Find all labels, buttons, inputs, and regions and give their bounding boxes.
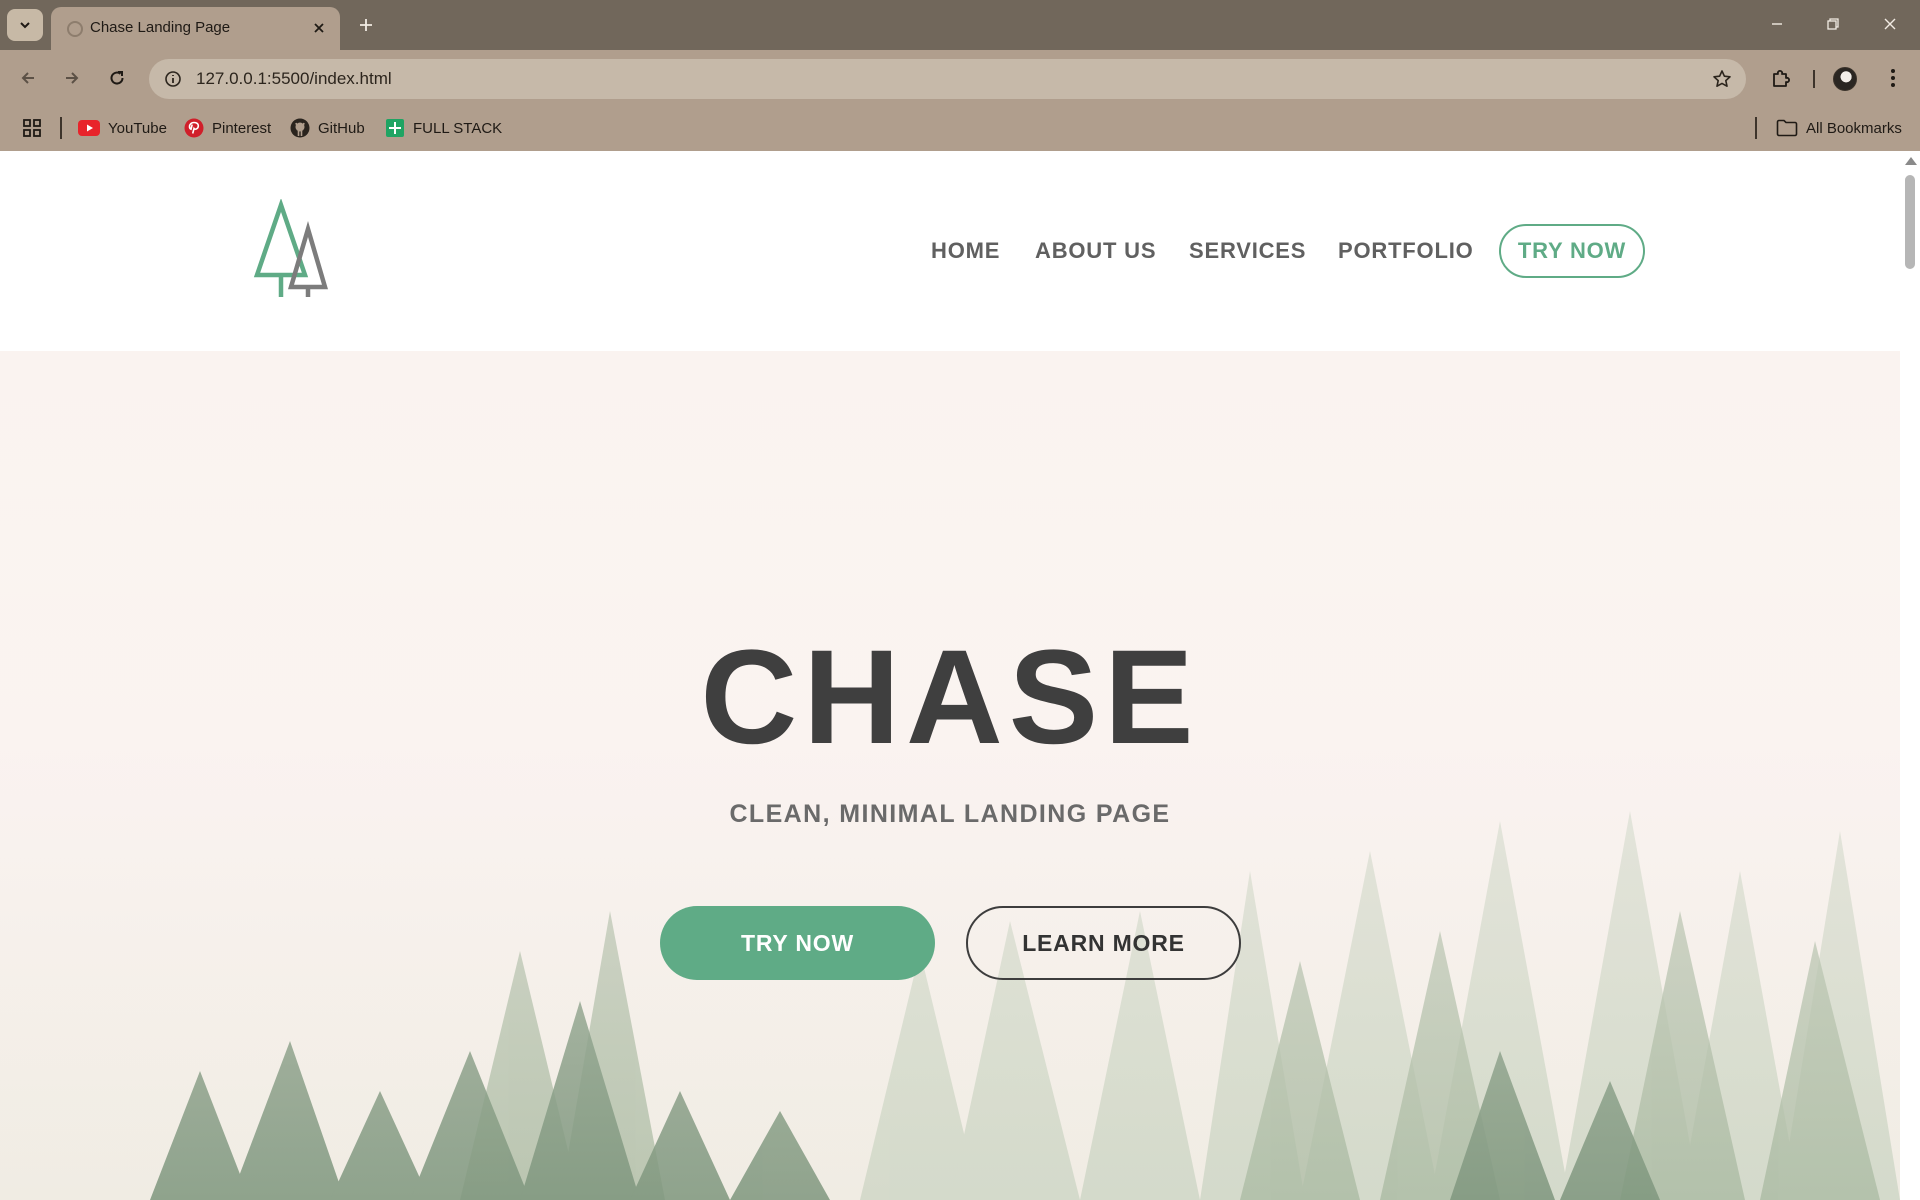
misty-forest-background — [0, 351, 1900, 1200]
new-tab-button[interactable] — [352, 11, 380, 39]
spreadsheet-icon — [386, 119, 404, 137]
tab-search-button[interactable] — [7, 9, 43, 41]
tree-logo-icon[interactable] — [253, 199, 329, 299]
url-text: 127.0.0.1:5500/index.html — [196, 69, 392, 88]
bookmark-label: YouTube — [108, 119, 167, 137]
apps-grid-icon — [23, 119, 41, 137]
nav-link-home[interactable]: HOME — [931, 238, 1000, 264]
more-vertical-icon — [1891, 69, 1895, 87]
bookmark-star-button[interactable] — [1710, 67, 1734, 91]
youtube-icon — [78, 120, 100, 136]
minimize-button[interactable] — [1749, 0, 1805, 48]
tab-close-button[interactable] — [308, 17, 330, 39]
nav-link-about-us[interactable]: ABOUT US — [1035, 238, 1156, 264]
bookmark-label: FULL STACK — [413, 119, 503, 137]
close-icon — [314, 23, 324, 33]
reload-icon — [110, 71, 124, 85]
apps-button[interactable] — [22, 114, 42, 142]
page-viewport: HOME ABOUT US SERVICES PORTFOLIO TRY NOW — [0, 151, 1900, 1200]
hero-learn-more-button[interactable]: LEARN MORE — [966, 906, 1241, 980]
forward-button[interactable] — [54, 60, 90, 96]
hero-section: CHASE CLEAN, MINIMAL LANDING PAGE TRY NO… — [0, 351, 1900, 1200]
extensions-button[interactable] — [1763, 60, 1799, 96]
tab-strip: Chase Landing Page — [0, 0, 1920, 50]
github-icon — [290, 118, 310, 138]
browser-toolbar: 127.0.0.1:5500/index.html — [0, 50, 1920, 106]
menu-button[interactable] — [1875, 60, 1911, 96]
site-header: HOME ABOUT US SERVICES PORTFOLIO TRY NOW — [0, 151, 1900, 351]
bookmarks-bar: YouTube Pinterest GitHub FULL STACK All … — [0, 106, 1920, 151]
arrow-right-icon — [66, 72, 79, 84]
all-bookmarks-button[interactable]: All Bookmarks — [1776, 114, 1902, 142]
restore-button[interactable] — [1805, 0, 1861, 48]
bookmarks-separator — [60, 117, 62, 139]
active-tab[interactable]: Chase Landing Page — [51, 7, 340, 50]
address-bar[interactable]: 127.0.0.1:5500/index.html — [149, 59, 1746, 99]
close-window-button[interactable] — [1862, 0, 1918, 48]
back-button[interactable] — [10, 60, 46, 96]
site-info-icon[interactable] — [161, 67, 185, 91]
tab-title: Chase Landing Page — [90, 19, 231, 36]
all-bookmarks-label: All Bookmarks — [1806, 119, 1902, 137]
bookmark-pinterest[interactable]: Pinterest — [184, 114, 271, 142]
star-icon — [1713, 70, 1731, 87]
scroll-up-arrow-icon[interactable] — [1905, 157, 1917, 165]
globe-icon — [67, 21, 83, 37]
hero-title: CHASE — [700, 623, 1200, 772]
close-icon — [1884, 18, 1896, 30]
reload-button[interactable] — [99, 60, 135, 96]
profile-avatar[interactable] — [1833, 67, 1857, 91]
arrow-left-icon — [21, 72, 34, 84]
plus-icon — [360, 19, 372, 31]
toolbar-separator — [1813, 70, 1815, 88]
puzzle-icon — [1773, 70, 1790, 87]
scroll-thumb[interactable] — [1905, 175, 1915, 269]
bookmarks-separator — [1755, 117, 1757, 139]
bookmark-label: GitHub — [318, 119, 365, 137]
hero-subtitle: CLEAN, MINIMAL LANDING PAGE — [729, 800, 1171, 828]
bookmark-full-stack[interactable]: FULL STACK — [385, 114, 502, 142]
bookmark-youtube[interactable]: YouTube — [78, 114, 167, 142]
bookmark-label: Pinterest — [212, 119, 272, 137]
chevron-down-icon — [20, 22, 30, 29]
info-icon — [165, 71, 181, 87]
page-scrollbar[interactable] — [1900, 151, 1920, 1200]
pinterest-icon — [184, 118, 204, 138]
restore-icon — [1827, 18, 1839, 30]
bookmark-github[interactable]: GitHub — [290, 114, 365, 142]
nav-link-portfolio[interactable]: PORTFOLIO — [1338, 238, 1474, 264]
nav-try-now-button[interactable]: TRY NOW — [1499, 224, 1645, 278]
hero-try-now-button[interactable]: TRY NOW — [660, 906, 935, 980]
folder-icon — [1776, 119, 1798, 137]
nav-link-services[interactable]: SERVICES — [1189, 238, 1306, 264]
minimize-icon — [1772, 23, 1782, 25]
